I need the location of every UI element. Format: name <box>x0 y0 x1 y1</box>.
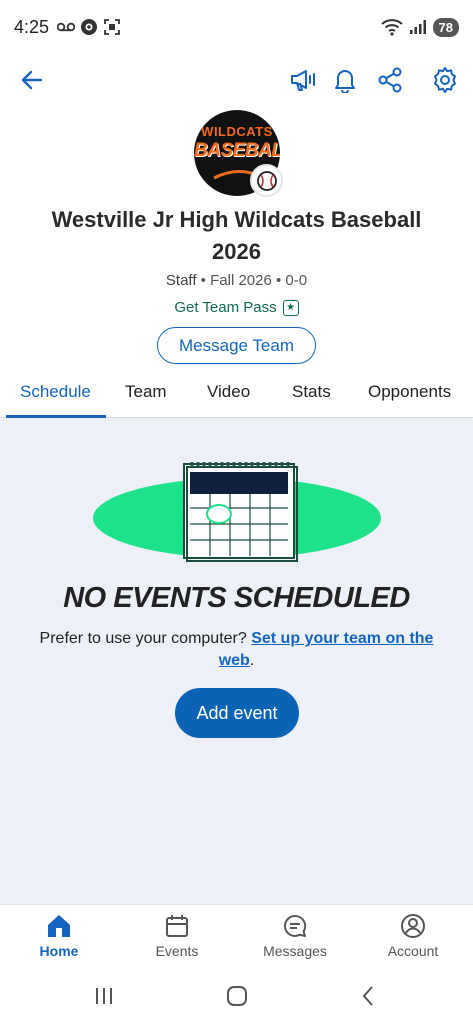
status-bar: 4:25 78 <box>0 0 473 54</box>
empty-state-description: Prefer to use your computer? Set up your… <box>24 628 449 672</box>
bell-icon <box>335 70 355 93</box>
tab-schedule[interactable]: Schedule <box>20 382 91 402</box>
back-gesture-icon[interactable] <box>360 985 376 1007</box>
nav-account[interactable]: Account <box>368 913 458 959</box>
screenshot-icon <box>104 19 120 35</box>
status-time: 4:25 <box>14 16 50 37</box>
tab-team[interactable]: Team <box>125 382 167 402</box>
recent-apps-icon[interactable] <box>94 986 114 1006</box>
megaphone-icon <box>291 70 315 91</box>
team-title: Westville Jr High Wildcats Baseball 2026 <box>20 204 453 268</box>
message-team-button[interactable]: Message Team <box>157 327 316 364</box>
nav-messages[interactable]: Messages <box>250 913 340 959</box>
tab-stats[interactable]: Stats <box>292 382 331 402</box>
baseball-icon <box>256 170 277 191</box>
nav-account-label: Account <box>387 943 439 959</box>
share-button[interactable] <box>374 64 406 96</box>
logo-line1: WILDCATS <box>201 124 273 139</box>
announcement-button[interactable] <box>287 64 319 96</box>
eye-icon <box>81 19 98 35</box>
bottom-navigation: Home Events Messages Account <box>0 904 473 970</box>
team-role: Staff <box>165 272 197 289</box>
team-pass-label: Get Team Pass <box>174 299 277 316</box>
app-bar <box>0 54 473 104</box>
battery-indicator: 78 <box>432 17 459 37</box>
team-season-record: • Fall 2026 • 0-0 <box>196 272 308 289</box>
back-arrow-icon <box>21 70 43 90</box>
empty-desc-suffix: . <box>249 652 255 669</box>
system-navigation-bar <box>0 970 473 1024</box>
nav-home[interactable]: Home <box>14 913 104 959</box>
voicemail-icon <box>57 22 76 32</box>
team-meta: Staff • Fall 2026 • 0-0 <box>0 272 473 289</box>
nav-home-label: Home <box>39 943 79 959</box>
calendar-icon <box>166 915 188 937</box>
wifi-icon <box>380 19 403 36</box>
team-pass-link[interactable]: Get Team Pass ★ <box>0 299 473 316</box>
home-gesture-icon[interactable] <box>226 985 248 1007</box>
nav-events[interactable]: Events <box>132 913 222 959</box>
gear-icon <box>434 67 456 93</box>
active-tab-indicator <box>6 415 106 418</box>
nav-messages-label: Messages <box>263 943 327 959</box>
empty-calendar-illustration <box>93 462 381 562</box>
team-title-line2: 2026 <box>212 239 261 264</box>
share-icon <box>378 67 402 93</box>
notifications-button[interactable] <box>329 64 361 96</box>
tab-video[interactable]: Video <box>207 382 250 402</box>
settings-button[interactable] <box>429 64 461 96</box>
star-badge-icon: ★ <box>282 299 299 316</box>
sport-badge <box>250 164 283 197</box>
logo-line2: BASEBALL <box>194 140 280 161</box>
nav-events-label: Events <box>155 943 199 959</box>
tab-bar: Schedule Team Video Stats Opponents <box>0 372 473 418</box>
account-icon <box>401 914 425 938</box>
home-icon <box>48 915 70 937</box>
team-title-line1: Westville Jr High Wildcats Baseball <box>51 207 422 232</box>
chat-icon <box>284 914 307 937</box>
add-event-button[interactable]: Add event <box>175 688 299 738</box>
empty-desc-prefix: Prefer to use your computer? <box>39 630 252 647</box>
back-button[interactable] <box>16 64 48 96</box>
cell-signal-icon <box>409 20 426 34</box>
tab-opponents[interactable]: Opponents <box>368 382 451 402</box>
empty-state-title: NO EVENTS SCHEDULED <box>63 582 410 614</box>
